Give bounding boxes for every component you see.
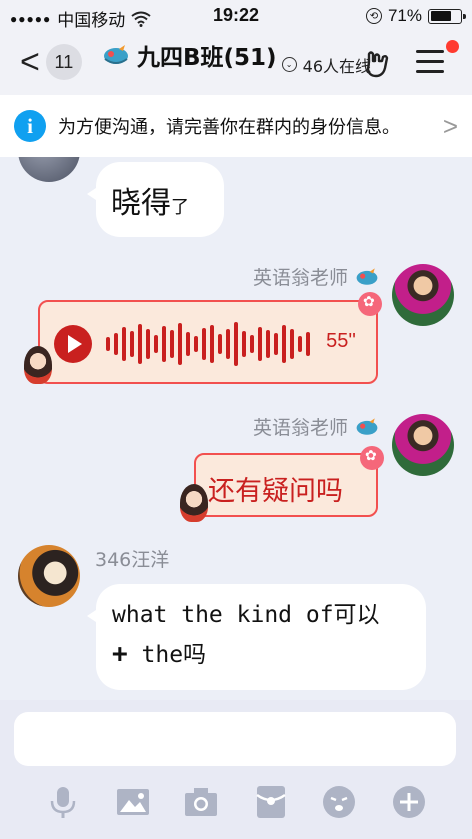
dragon-badge-icon [356, 267, 378, 285]
input-area [0, 700, 472, 839]
waveform-bar [306, 332, 310, 356]
waveform-bar [298, 336, 302, 352]
sender-name: 英语翁老师 [253, 263, 380, 290]
battery-fill [430, 11, 452, 21]
group-title-row[interactable]: 九四B班(51) [101, 38, 277, 72]
waveform-bar [154, 335, 158, 353]
waveform-bar [138, 324, 142, 364]
camera-icon[interactable] [184, 785, 218, 819]
red-packet-icon[interactable] [254, 785, 288, 819]
battery-percent: 71% [387, 6, 422, 25]
waveform-bar [186, 332, 190, 356]
sender-name-text: 英语翁老师 [252, 267, 348, 289]
waveform-bar [274, 333, 278, 355]
waveform-bar [106, 337, 110, 351]
title-block: 九四B班(51) ⌄ 46人在线 [0, 38, 472, 77]
voice-duration: 55'' [326, 330, 356, 352]
chat-header: < 11 九四B班(51) ⌄ 46人在线 [0, 30, 472, 95]
chevron-right-icon: > [442, 111, 458, 141]
emoji-icon[interactable] [322, 785, 356, 819]
online-status-row[interactable]: ⌄ 46人在线 [281, 53, 372, 77]
avatar[interactable] [392, 414, 454, 476]
group-title: 九四B班(51) [136, 45, 277, 71]
waveform-bar [178, 323, 182, 365]
message-bubble[interactable]: what the kind of可以 + the吗 [87, 584, 426, 690]
sender-name: 346汪洋 [95, 545, 169, 572]
message-input[interactable] [14, 712, 456, 766]
message-text: 还有疑问吗 [208, 476, 343, 507]
message-text-line2-row: + the吗 [112, 635, 410, 675]
bubble-girl-sticker-icon [180, 484, 208, 522]
waveform-bar [146, 329, 150, 359]
mic-icon[interactable] [46, 785, 80, 819]
waveform [106, 322, 310, 366]
play-icon[interactable] [54, 325, 92, 363]
sender-name: 英语翁老师 [253, 413, 380, 440]
image-icon[interactable] [116, 785, 150, 819]
menu-line [416, 60, 444, 63]
status-right: ⟲ 71% [365, 6, 466, 26]
message-plus-sign: + [112, 639, 128, 669]
banner-text: 为方便沟通，请完善你在群内的身份信息。 [58, 117, 400, 138]
sender-name-text: 346汪洋 [95, 549, 170, 571]
message-text-line2: the吗 [141, 642, 207, 668]
flower-decoration-icon [358, 292, 382, 316]
status-bar: ●●●●● 中国移动 19:22 ⟲ 71% [0, 0, 472, 30]
avatar[interactable] [18, 545, 80, 607]
waveform-bar [242, 331, 246, 357]
info-icon: i [14, 110, 46, 142]
waveform-bar [202, 328, 206, 360]
avatar[interactable] [392, 264, 454, 326]
battery-icon [428, 8, 466, 24]
dragon-badge-icon [103, 45, 128, 64]
waveform-bar [194, 336, 198, 352]
dragon-badge-icon [356, 417, 378, 435]
hand-gesture-icon[interactable] [362, 48, 394, 80]
waveform-bar [210, 325, 214, 363]
waveform-bar [258, 327, 262, 361]
message-text-suffix: 了 [171, 197, 189, 218]
sender-name-text: 英语翁老师 [252, 417, 348, 439]
waveform-bar [250, 335, 254, 353]
bubble-girl-sticker-icon [24, 346, 52, 384]
waveform-bar [122, 327, 126, 361]
waveform-bar [282, 325, 286, 363]
message-bubble[interactable]: 还有疑问吗 [194, 453, 378, 517]
waveform-bar [226, 329, 230, 359]
message-bubble[interactable]: 晓得了 [87, 162, 224, 237]
notification-dot [446, 40, 459, 53]
menu-line [416, 70, 444, 73]
message-text: 晓得 [111, 186, 171, 221]
flower-decoration-icon [360, 446, 384, 470]
voice-message-bubble[interactable]: 55'' [38, 300, 378, 384]
rotation-lock-icon: ⟲ [365, 8, 382, 24]
waveform-bar [130, 331, 134, 357]
menu-line [416, 50, 444, 53]
waveform-bar [266, 330, 270, 358]
message-text-line1: what the kind of可以 [112, 602, 380, 628]
waveform-bar [218, 334, 222, 354]
waveform-bar [234, 322, 238, 366]
online-count: 46人在线 [302, 56, 372, 76]
waveform-bar [170, 330, 174, 358]
waveform-bar [114, 333, 118, 355]
waveform-bar [162, 326, 166, 362]
menu-icon[interactable] [416, 50, 444, 76]
plus-icon[interactable] [392, 785, 426, 819]
profile-info-banner[interactable]: i 为方便沟通，请完善你在群内的身份信息。 > [0, 95, 472, 157]
chevron-down-icon: ⌄ [281, 57, 297, 72]
waveform-bar [290, 329, 294, 359]
